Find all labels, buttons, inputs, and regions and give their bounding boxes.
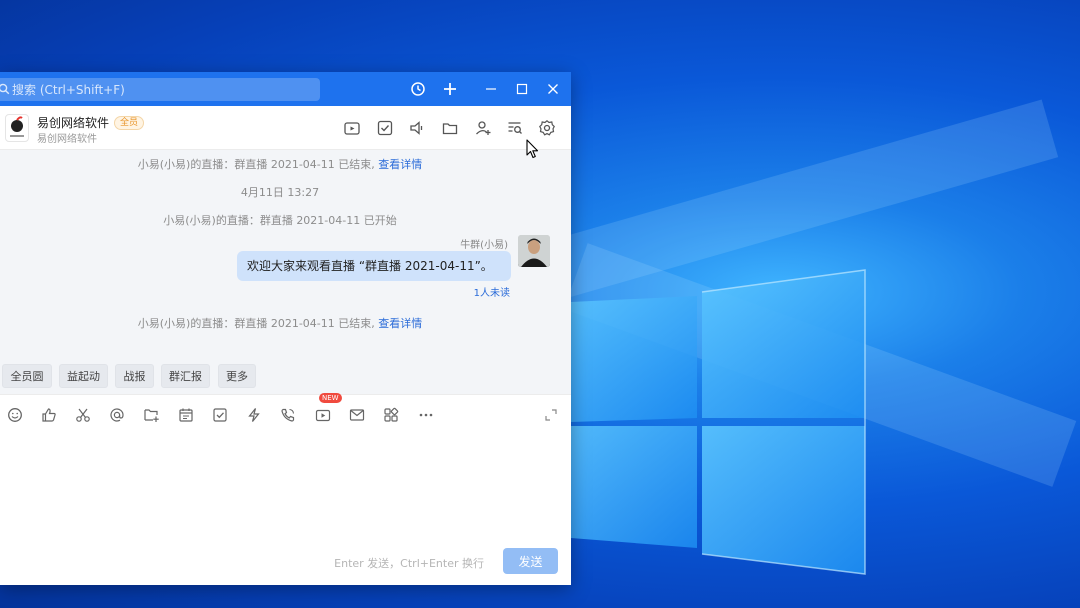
- video-icon[interactable]: [342, 118, 362, 138]
- system-message: 小易(小易)的直播：群直播 2021-04-11 已开始: [163, 214, 397, 227]
- quick-reply-chip[interactable]: 战报: [115, 364, 154, 388]
- composer-toolbar: NEW: [0, 393, 571, 434]
- calendar-icon[interactable]: [176, 405, 196, 425]
- quick-reply-chip[interactable]: 群汇报: [161, 364, 210, 388]
- system-message-text: 小易(小易)的直播：群直播 2021-04-11 已结束,: [137, 317, 375, 330]
- title-bar: 搜索 (Ctrl+Shift+F): [0, 72, 571, 106]
- mention-icon[interactable]: [107, 405, 127, 425]
- group-name[interactable]: 易创网络软件: [37, 114, 109, 131]
- minimize-button[interactable]: [481, 79, 501, 99]
- add-member-icon[interactable]: [473, 118, 493, 138]
- sender-name: 牛群(小易): [460, 240, 508, 251]
- unread-count[interactable]: 1人未读: [474, 284, 510, 299]
- thumbs-up-icon[interactable]: [39, 405, 59, 425]
- view-details-link[interactable]: 查看详情: [378, 317, 422, 330]
- mail-icon[interactable]: [347, 405, 367, 425]
- history-icon[interactable]: [408, 79, 428, 99]
- app-icon[interactable]: [381, 405, 401, 425]
- folder-icon[interactable]: [440, 118, 460, 138]
- quick-reply-chip[interactable]: 全员圆: [2, 364, 52, 388]
- avatar[interactable]: [518, 235, 550, 267]
- quick-reply-bar: 全员圆 益起动 战报 群汇报 更多: [0, 358, 571, 394]
- maximize-button[interactable]: [512, 79, 532, 99]
- message-input[interactable]: Enter 发送，Ctrl+Enter 换行 发送: [0, 434, 571, 585]
- message-bubble[interactable]: 欢迎大家来观看直播 “群直播 2021-04-11”。: [237, 251, 511, 281]
- task-icon[interactable]: [375, 118, 395, 138]
- scissors-icon[interactable]: [73, 405, 93, 425]
- quick-reply-chip[interactable]: 益起动: [59, 364, 108, 388]
- timestamp: 4月11日 13:27: [240, 186, 320, 199]
- message-list[interactable]: 小易(小易)的直播：群直播 2021-04-11 已结束, 查看详情 4月11日…: [0, 150, 571, 439]
- more-icon[interactable]: [416, 405, 436, 425]
- chat-window: 搜索 (Ctrl+Shift+F) 易创网络软件 全员 易创网络软件 小易(小易…: [0, 72, 571, 585]
- send-hint: Enter 发送，Ctrl+Enter 换行: [334, 557, 484, 570]
- system-message: 小易(小易)的直播：群直播 2021-04-11 已结束, 查看详情: [0, 156, 560, 172]
- new-badge: NEW: [319, 393, 342, 403]
- search-icon: [0, 83, 10, 98]
- view-details-link[interactable]: 查看详情: [378, 158, 422, 171]
- todo-icon[interactable]: [210, 405, 230, 425]
- all-members-badge: 全员: [114, 116, 145, 130]
- search-input[interactable]: 搜索 (Ctrl+Shift+F): [0, 78, 320, 101]
- search-history-icon[interactable]: [505, 118, 525, 138]
- emoji-icon[interactable]: [5, 405, 25, 425]
- settings-icon[interactable]: [537, 118, 557, 138]
- system-message: 小易(小易)的直播：群直播 2021-04-11 已结束, 查看详情: [0, 315, 560, 331]
- announcement-icon[interactable]: [407, 118, 427, 138]
- add-icon[interactable]: [440, 79, 460, 99]
- quick-reply-more[interactable]: 更多: [218, 364, 256, 388]
- expand-icon[interactable]: [541, 405, 561, 425]
- mouse-cursor: [526, 139, 540, 163]
- search-placeholder: 搜索 (Ctrl+Shift+F): [12, 83, 125, 97]
- system-message-text: 小易(小易)的直播：群直播 2021-04-11 已结束,: [137, 158, 375, 171]
- chat-header: 易创网络软件 全员 易创网络软件: [0, 106, 571, 150]
- group-subtitle: 易创网络软件: [37, 134, 97, 145]
- close-button[interactable]: [543, 79, 563, 99]
- folder-add-icon[interactable]: [141, 405, 161, 425]
- send-button[interactable]: 发送: [503, 548, 558, 574]
- group-logo[interactable]: [5, 114, 29, 142]
- phone-icon[interactable]: [278, 405, 298, 425]
- live-icon[interactable]: [313, 405, 333, 425]
- ding-icon[interactable]: [244, 405, 264, 425]
